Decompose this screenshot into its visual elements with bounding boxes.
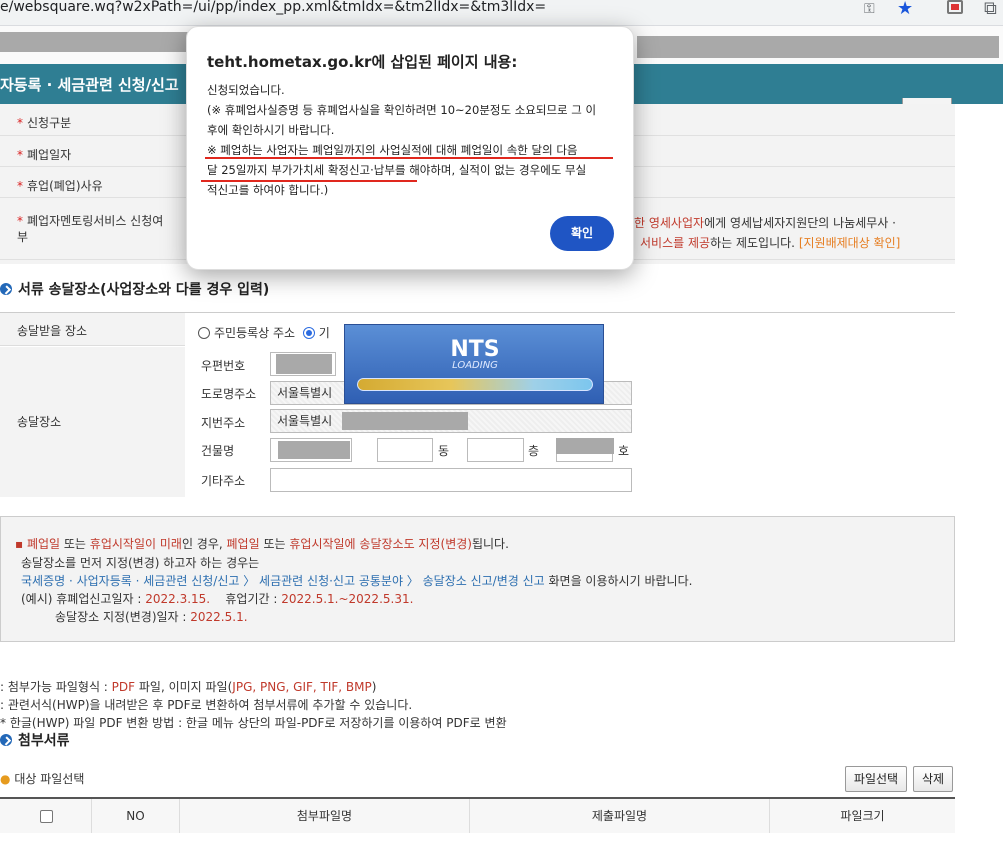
jibun-address-label: 지번주소 bbox=[201, 416, 246, 430]
redacted-block bbox=[278, 441, 350, 459]
attachments-grid-header: NO 첨부파일명 제출파일명 파일크기 bbox=[0, 797, 955, 833]
select-all-checkbox[interactable] bbox=[40, 810, 53, 823]
delete-button[interactable]: 삭제 bbox=[913, 766, 953, 792]
radio-resident[interactable] bbox=[198, 327, 210, 339]
notice-line-5: 송달장소 지정(변경)일자 : 2022.5.1. bbox=[55, 610, 248, 624]
column-header: 파일크기 bbox=[840, 809, 885, 823]
target-file-label: ● 대상 파일선택 bbox=[0, 772, 85, 786]
dong-input[interactable] bbox=[377, 438, 433, 462]
highlight-underline bbox=[205, 157, 613, 159]
address-url[interactable]: e/websquare.wq?w2xPath=/ui/pp/index_pp.x… bbox=[0, 0, 546, 14]
dialog-line-2: (※ 휴폐업사실증명 등 휴폐업사실을 확인하려면 10~20분정도 소요되므로… bbox=[207, 103, 597, 117]
notice-line-4: (예시) 휴폐업신고일자 : 2022.3.15. 휴업기간 : 2022.5.… bbox=[21, 592, 414, 606]
bullet-icon: ● bbox=[0, 772, 11, 786]
row-label: * 폐업일자 bbox=[17, 148, 72, 162]
notice-box: ▪ 폐업일 또는 휴업시작일이 미래인 경우, 폐업일 또는 휴업시작일에 송달… bbox=[0, 516, 955, 642]
key-icon[interactable]: ⚿ bbox=[864, 1, 875, 17]
delivery-section-header: 서류 송달장소(사업장소와 다를 경우 입력) bbox=[0, 279, 269, 299]
confirm-button[interactable]: 확인 bbox=[550, 216, 614, 251]
column-header: 제출파일명 bbox=[470, 799, 770, 833]
file-select-button[interactable]: 파일선택 bbox=[845, 766, 907, 792]
mentoring-text-2: 서비스를 제공하는 제도입니다. [지원배제대상 확인] bbox=[640, 236, 901, 250]
road-address-label: 도로명주소 bbox=[201, 387, 257, 401]
attach-help-1: : 첨부가능 파일형식 : PDF 파일, 이미지 파일(JPG, PNG, G… bbox=[0, 680, 377, 694]
other-address-label: 기타주소 bbox=[201, 474, 246, 488]
dialog-title: teht.hometax.go.kr에 삽입된 페이지 내용: bbox=[207, 53, 518, 71]
radio-other[interactable] bbox=[302, 327, 315, 339]
radio-group: 주민등록상 주소 기 bbox=[198, 324, 330, 341]
dialog-line-4: ※ 폐업하는 사업자는 폐업일까지의 사업실적에 대해 폐업일이 속한 달의 다… bbox=[207, 143, 578, 157]
loading-brand: NTS bbox=[450, 337, 500, 362]
floor-unit: 층 bbox=[528, 444, 540, 458]
column-header: NO bbox=[92, 799, 180, 833]
dialog-line-6: 적신고를 하여야 합니다.) bbox=[207, 183, 329, 197]
mentoring-text: 한 영세사업자에게 영세납세자지원단의 나눔세무사 · bbox=[634, 216, 896, 230]
redacted-block bbox=[276, 354, 332, 374]
postcode-label: 우편번호 bbox=[201, 359, 246, 373]
loading-progress-bar bbox=[357, 378, 593, 391]
notice-line-2: 송달장소를 먼저 지정(변경) 하고자 하는 경우는 bbox=[21, 556, 260, 570]
attach-help-3: * 한글(HWP) 파일 PDF 변환 방법 : 한글 메뉴 상단의 파일-PD… bbox=[0, 716, 507, 730]
dialog-line-1: 신청되었습니다. bbox=[207, 83, 285, 97]
row-label: * 신청구분 bbox=[17, 116, 72, 130]
attachments-section-header: 첨부서류 bbox=[0, 730, 70, 750]
page-title: 자등록 · 세금관련 신청/신고 bbox=[0, 76, 179, 94]
ho-unit: 호 bbox=[618, 444, 630, 458]
notice-line-1: ▪ 폐업일 또는 휴업시작일이 미래인 경우, 폐업일 또는 휴업시작일에 송달… bbox=[15, 537, 509, 551]
puzzle-icon[interactable]: ⧉ bbox=[984, 0, 997, 19]
redacted-block bbox=[0, 32, 190, 52]
extension-icon[interactable] bbox=[947, 0, 963, 14]
other-address-input[interactable] bbox=[270, 468, 632, 492]
dong-unit: 동 bbox=[438, 444, 450, 458]
select-all-cell bbox=[0, 799, 92, 833]
redacted-block bbox=[637, 36, 999, 58]
notice-line-3: 국세증명 · 사업자등록 · 세금관련 신청/신고 〉 세금관련 신청·신고 공… bbox=[21, 574, 693, 588]
alert-dialog: teht.hometax.go.kr에 삽입된 페이지 내용: 신청되었습니다.… bbox=[186, 26, 634, 270]
section-bullet-icon bbox=[0, 283, 12, 295]
row-label: * 휴업(폐업)사유 bbox=[17, 179, 103, 193]
star-icon[interactable]: ★ bbox=[897, 0, 913, 19]
redacted-block bbox=[342, 412, 468, 430]
delivery-change-link[interactable]: 국세증명 · 사업자등록 · 세금관련 신청/신고 〉 세금관련 신청·신고 공… bbox=[21, 574, 545, 588]
column-header: 첨부파일명 bbox=[180, 799, 470, 833]
section-bullet-icon bbox=[0, 734, 12, 746]
loading-overlay: NTS LOADING bbox=[344, 324, 604, 404]
exclusion-link[interactable]: [지원배제대상 확인] bbox=[799, 236, 901, 250]
dialog-line-3: 후에 확인하시기 바랍니다. bbox=[207, 123, 335, 137]
row-label: * 폐업자멘토링서비스 신청여 bbox=[17, 214, 164, 228]
building-label: 건물명 bbox=[201, 444, 235, 458]
dialog-line-5: 달 25일까지 부가가치세 확정신고·납부를 해야하며, 실적이 없는 경우에도… bbox=[207, 163, 587, 177]
floor-input[interactable] bbox=[467, 438, 524, 462]
loading-text: LOADING bbox=[452, 360, 498, 371]
place-label: 송달받을 장소 bbox=[17, 324, 88, 338]
row-label-cont: 부 bbox=[17, 230, 29, 244]
address-label: 송달장소 bbox=[17, 415, 62, 429]
redacted-block bbox=[556, 438, 614, 454]
browser-address-bar: e/websquare.wq?w2xPath=/ui/pp/index_pp.x… bbox=[0, 0, 1003, 26]
attach-help-2: : 관련서식(HWP)을 내려받은 후 PDF로 변환하여 첨부서류에 추가할 … bbox=[0, 698, 413, 712]
